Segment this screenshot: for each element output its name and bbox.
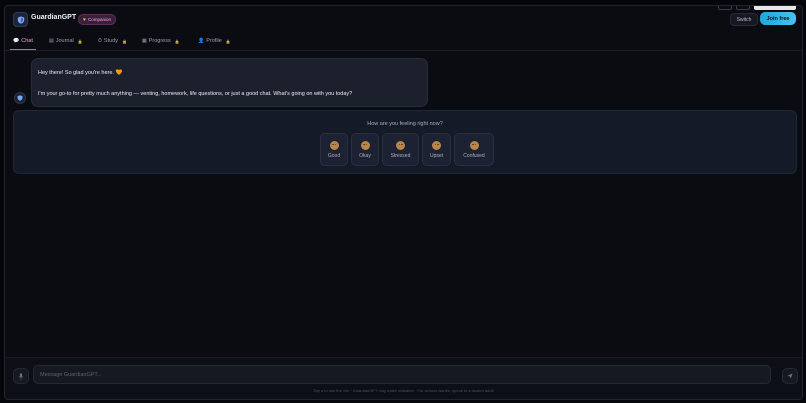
- neutral-face-icon: [360, 140, 370, 150]
- mood-label: Upset: [429, 152, 444, 159]
- mood-option-okay[interactable]: Okay: [351, 133, 379, 166]
- tab-study[interactable]: ⏱ Study 🔒: [98, 33, 127, 49]
- tab-chat[interactable]: 💬 Chat: [10, 33, 36, 50]
- message-input[interactable]: [33, 365, 771, 384]
- tab-label: Chat: [21, 38, 33, 44]
- lock-icon: 🔒: [77, 38, 83, 44]
- message-composer: Tap a to use the mic · GuardianGPT may m…: [5, 357, 802, 399]
- mood-label: Okay: [359, 152, 371, 159]
- switch-button[interactable]: Switch: [730, 13, 758, 26]
- mood-option-good[interactable]: Good: [320, 133, 348, 166]
- lock-icon: 🔒: [121, 38, 127, 44]
- mood-options: Good Okay Stressed Upset Confused: [320, 133, 494, 166]
- sad-face-icon: [432, 140, 441, 150]
- microphone-icon: [18, 372, 24, 380]
- thinking-face-icon: [469, 140, 479, 150]
- mood-label: Confused: [463, 152, 485, 159]
- lock-icon: 🔒: [225, 38, 231, 44]
- book-icon: ▤: [49, 38, 54, 44]
- microphone-button[interactable]: [13, 368, 29, 384]
- app-name: GuardianGPT: [31, 14, 77, 21]
- tab-profile[interactable]: 👤 Profile 🔒: [198, 33, 231, 49]
- companion-badge: ♥ Companion: [78, 14, 116, 25]
- mood-check-card: How are you feeling right now? Good Okay…: [13, 110, 797, 174]
- stopwatch-icon: ⏱: [98, 38, 102, 44]
- tab-bar: 💬 Chat ▤ Journal 🔒 ⏱ Study 🔒 ▦ Progress …: [5, 33, 802, 51]
- mood-question: How are you feeling right now?: [367, 121, 443, 127]
- app-window: GuardianGPT ♥ Companion Switch Join free…: [4, 5, 803, 400]
- assistant-message: Hey there! So glad you're here. 🧡 I'm yo…: [31, 58, 428, 107]
- mood-label: Good: [327, 152, 341, 159]
- tab-label: Journal: [55, 38, 74, 44]
- shield-icon: [17, 95, 23, 101]
- tab-progress[interactable]: ▦ Progress 🔒: [142, 33, 180, 49]
- disclaimer-text: Tap a to use the mic · GuardianGPT may m…: [313, 388, 494, 393]
- message-line: Hey there! So glad you're here. 🧡: [38, 70, 123, 76]
- heart-icon: ♥: [83, 16, 86, 23]
- shield-logo-icon: [13, 12, 28, 27]
- chart-icon: ▦: [142, 38, 147, 44]
- badge-label: Companion: [87, 17, 111, 22]
- tab-journal[interactable]: ▤ Journal 🔒: [49, 33, 83, 49]
- user-icon: 👤: [198, 38, 205, 44]
- join-free-button[interactable]: Join free: [760, 12, 796, 25]
- mood-option-upset[interactable]: Upset: [422, 133, 451, 166]
- mood-label: Stressed: [390, 152, 411, 159]
- message-line: I'm your go-to for pretty much anything …: [38, 91, 353, 97]
- chat-bubble-icon: 💬: [13, 38, 20, 44]
- send-icon: [787, 373, 793, 379]
- assistant-avatar: [14, 92, 26, 104]
- tab-label: Progress: [148, 38, 171, 44]
- app-header: GuardianGPT ♥ Companion Switch Join free: [5, 6, 802, 32]
- tab-label: Profile: [206, 38, 222, 44]
- send-button[interactable]: [782, 368, 798, 384]
- stressed-face-icon: [396, 140, 405, 150]
- lock-icon: 🔒: [174, 38, 180, 44]
- mood-option-confused[interactable]: Confused: [454, 133, 494, 166]
- smiling-face-icon: [329, 140, 339, 150]
- tab-label: Study: [103, 38, 118, 44]
- mood-option-stressed[interactable]: Stressed: [382, 133, 419, 166]
